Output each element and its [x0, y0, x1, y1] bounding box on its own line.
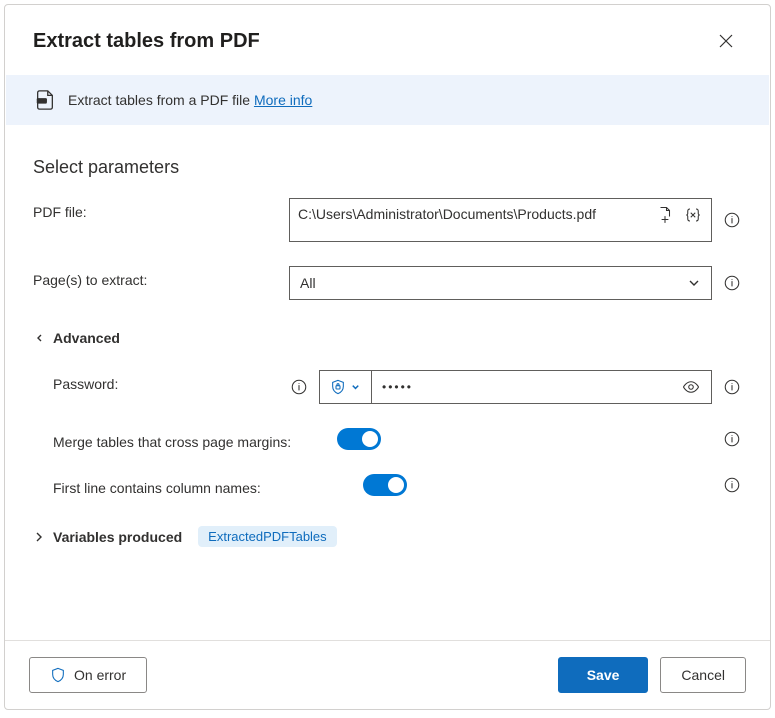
on-error-button[interactable]: On error	[29, 657, 147, 693]
on-error-label: On error	[74, 667, 126, 683]
banner-text: Extract tables from a PDF file	[68, 92, 250, 108]
password-label: Password:	[53, 370, 289, 392]
advanced-expander[interactable]: Advanced	[33, 324, 742, 352]
info-icon	[723, 274, 741, 292]
shield-outline-icon	[50, 667, 66, 683]
file-picker-button[interactable]	[655, 205, 675, 225]
info-icon	[290, 378, 308, 396]
pdf-file-label: PDF file:	[33, 198, 289, 220]
info-banner: PDF Extract tables from a PDF file More …	[6, 75, 769, 125]
reveal-password-button[interactable]	[681, 377, 701, 397]
password-info-left[interactable]	[289, 377, 309, 397]
variable-picker-button[interactable]	[683, 205, 703, 225]
info-icon	[723, 378, 741, 396]
chevron-down-icon	[33, 332, 45, 344]
eye-icon	[682, 378, 700, 396]
password-mode-select[interactable]	[319, 370, 371, 404]
pdf-icon: PDF	[34, 89, 56, 111]
pdf-file-info[interactable]	[722, 210, 742, 230]
dialog-title: Extract tables from PDF	[33, 30, 260, 53]
chevron-down-icon	[687, 276, 701, 290]
chevron-down-icon	[350, 382, 361, 393]
section-title: Select parameters	[33, 157, 742, 178]
firstline-info[interactable]	[722, 475, 742, 495]
cancel-button[interactable]: Cancel	[660, 657, 746, 693]
advanced-label: Advanced	[53, 330, 120, 346]
password-input[interactable]: •••••	[371, 370, 712, 404]
shield-icon	[330, 379, 346, 395]
close-icon	[719, 34, 733, 48]
variable-icon	[684, 206, 702, 224]
more-info-link[interactable]: More info	[254, 92, 312, 108]
svg-text:PDF: PDF	[38, 98, 47, 103]
close-button[interactable]	[710, 25, 742, 57]
info-icon	[723, 430, 741, 448]
pdf-file-value: C:\Users\Administrator\Documents\Product…	[298, 205, 655, 224]
firstline-label: First line contains column names:	[53, 474, 363, 496]
pages-value: All	[300, 275, 687, 291]
merge-label: Merge tables that cross page margins:	[53, 428, 337, 450]
pages-info[interactable]	[722, 273, 742, 293]
variables-expander[interactable]: Variables produced ExtractedPDFTables	[33, 520, 742, 553]
chevron-right-icon	[33, 531, 45, 543]
password-info-right[interactable]	[722, 377, 742, 397]
merge-info[interactable]	[722, 429, 742, 449]
password-value: •••••	[382, 380, 673, 394]
pages-label: Page(s) to extract:	[33, 266, 289, 288]
file-select-icon	[656, 206, 674, 224]
pages-select[interactable]: All	[289, 266, 712, 300]
merge-toggle[interactable]	[337, 428, 381, 450]
variable-pill[interactable]: ExtractedPDFTables	[198, 526, 337, 547]
info-icon	[723, 476, 741, 494]
save-button[interactable]: Save	[558, 657, 649, 693]
firstline-toggle[interactable]	[363, 474, 407, 496]
variables-label: Variables produced	[53, 529, 182, 545]
pdf-file-input[interactable]: C:\Users\Administrator\Documents\Product…	[289, 198, 712, 242]
info-icon	[723, 211, 741, 229]
